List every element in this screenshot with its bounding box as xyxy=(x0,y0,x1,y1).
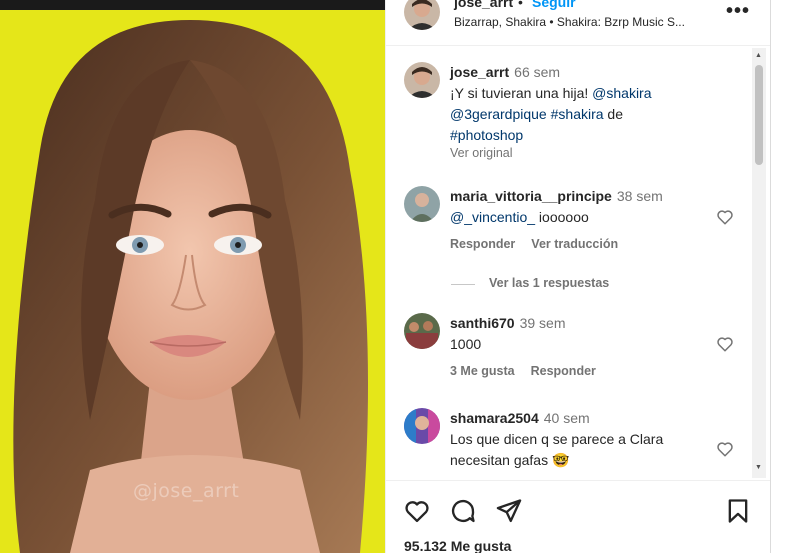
share-icon[interactable] xyxy=(495,497,523,525)
caption-avatar[interactable] xyxy=(404,62,440,98)
follow-button[interactable]: Seguir xyxy=(532,0,576,10)
mention-gerardpique[interactable]: @3gerardpique xyxy=(450,106,547,122)
scroll-up-arrow-icon[interactable]: ▲ xyxy=(755,52,762,59)
comment-icon[interactable] xyxy=(449,497,477,525)
heart-icon[interactable] xyxy=(403,497,431,525)
reply-button[interactable]: Responder xyxy=(450,237,515,251)
audio-line[interactable]: Bizarrap, Shakira • Shakira: Bzrp Music … xyxy=(454,15,685,29)
comment-time[interactable]: 38 sem xyxy=(617,188,663,204)
likes-count[interactable]: 95.132 Me gusta xyxy=(404,538,511,553)
mention-vincentio[interactable]: @_vincentio_ xyxy=(450,209,535,225)
view-replies-button[interactable]: Ver las 1 respuestas xyxy=(489,276,609,290)
like-comment-heart-icon[interactable] xyxy=(716,208,734,226)
commenter-avatar[interactable] xyxy=(404,408,440,444)
scroll-down-arrow-icon[interactable]: ▼ xyxy=(755,464,762,471)
page-background-edge xyxy=(770,0,800,553)
hashtag-shakira[interactable]: #shakira xyxy=(551,106,604,122)
comment-text: ioooooo xyxy=(535,209,589,225)
post-side-panel: jose_arrt • Seguir Bizarrap, Shakira • S… xyxy=(385,0,771,553)
comment-text-line-2: necesitan gafas 🤓 xyxy=(450,452,570,468)
commenter-username[interactable]: maria_vittoria__principe xyxy=(450,188,612,204)
comment-time[interactable]: 40 sem xyxy=(544,410,590,426)
bookmark-icon[interactable] xyxy=(724,497,752,525)
caption-plain-text: ¡Y si tuvieran una hija! xyxy=(450,85,593,101)
scroll-thumb[interactable] xyxy=(755,65,763,165)
caption-text: ¡Y si tuvieran una hija! @shakira @3gerar… xyxy=(450,83,740,146)
like-comment-heart-icon[interactable] xyxy=(716,440,734,458)
author-avatar[interactable] xyxy=(404,0,440,30)
replies-divider xyxy=(451,284,475,285)
comment-time[interactable]: 39 sem xyxy=(520,315,566,331)
comments-scrollbar[interactable]: ▲ ▼ xyxy=(752,48,766,478)
mention-shakira[interactable]: @shakira xyxy=(592,85,651,101)
author-username[interactable]: jose_arrt xyxy=(454,0,513,10)
see-original-link[interactable]: Ver original xyxy=(450,146,740,160)
caption-de: de xyxy=(603,106,624,122)
media-watermark: @jose_arrt xyxy=(133,480,240,502)
comment-likes-count[interactable]: 3 Me gusta xyxy=(450,364,515,378)
comment-text: 1000 xyxy=(450,336,482,352)
commenter-username[interactable]: santhi670 xyxy=(450,315,515,331)
post-header: jose_arrt • Seguir Bizarrap, Shakira • S… xyxy=(386,0,771,46)
post-media[interactable]: @jose_arrt xyxy=(0,0,385,553)
like-comment-heart-icon[interactable] xyxy=(716,335,734,353)
comment-text-line-1: Los que dicen q se parece a Clara xyxy=(450,431,664,447)
commenter-avatar[interactable] xyxy=(404,313,440,349)
caption-time[interactable]: 66 sem xyxy=(514,64,560,80)
more-horizontal-icon[interactable]: ••• xyxy=(726,0,750,23)
portrait-image xyxy=(13,20,368,553)
see-translation-button[interactable]: Ver traducción xyxy=(531,237,618,251)
header-separator: • xyxy=(518,0,523,10)
commenter-username[interactable]: shamara2504 xyxy=(450,410,539,426)
commenter-avatar[interactable] xyxy=(404,186,440,222)
post-action-bar: 95.132 Me gusta xyxy=(386,480,771,553)
hashtag-photoshop[interactable]: #photoshop xyxy=(450,127,523,143)
caption-username[interactable]: jose_arrt xyxy=(450,64,509,80)
reply-button[interactable]: Responder xyxy=(531,364,596,378)
